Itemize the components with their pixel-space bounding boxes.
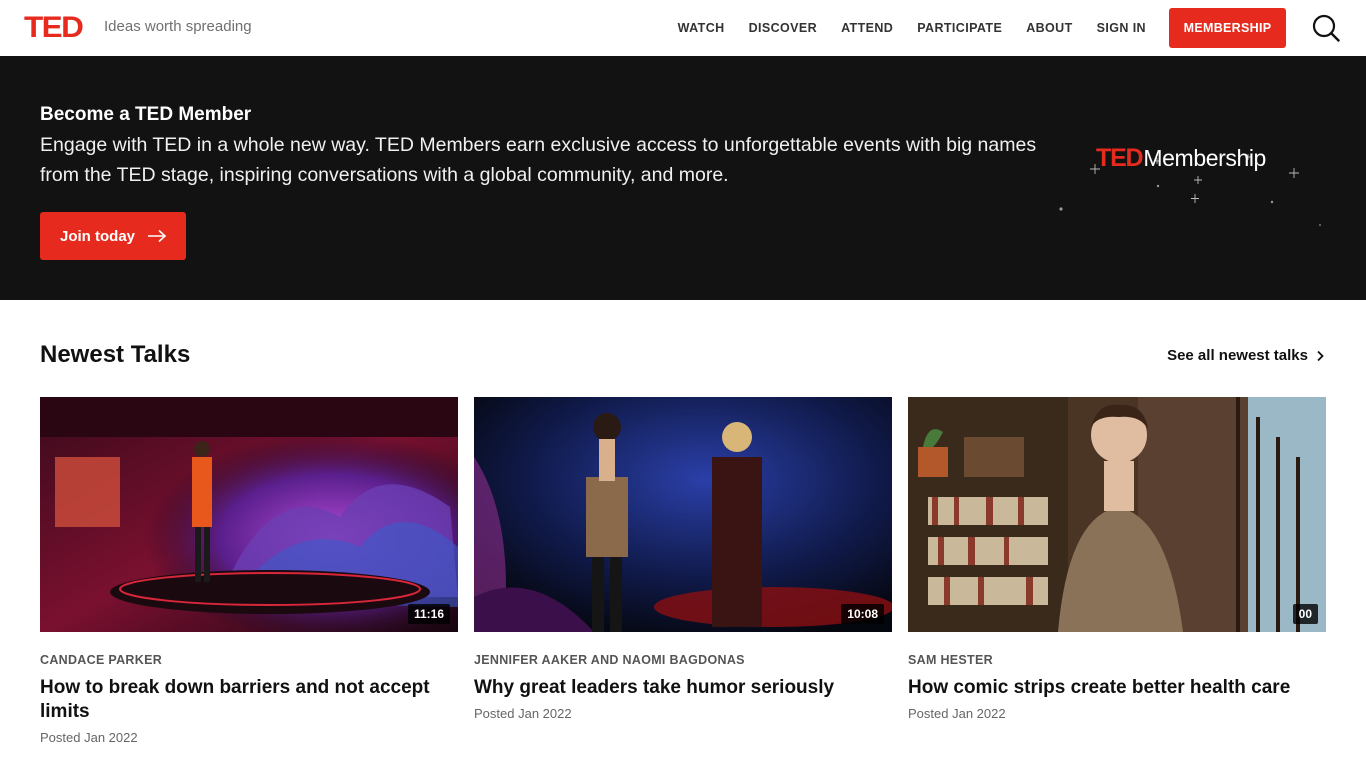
ted-membership-logo: TED Membership <box>1058 144 1338 264</box>
main-nav: WATCH DISCOVER ATTEND PARTICIPATE ABOUT … <box>678 0 1366 56</box>
site-header: TED Ideas worth spreading WATCH DISCOVER… <box>0 0 1366 56</box>
join-today-label: Join today <box>60 227 136 245</box>
nav-watch[interactable]: WATCH <box>678 21 725 35</box>
membership-logo-ted: TED <box>1096 144 1144 172</box>
membership-logo-word: Membership <box>1143 145 1266 171</box>
membership-logo-text: TED Membership <box>1096 144 1266 173</box>
banner-title: Become a TED Member <box>40 104 252 125</box>
talk-duration: 10:08 <box>841 604 884 624</box>
see-all-label: See all newest talks <box>1167 347 1308 364</box>
ted-logo-text[interactable]: TED <box>24 13 84 43</box>
talk-posted-date: Posted Jan 2022 <box>474 706 572 721</box>
tagline: Ideas worth spreading <box>104 18 252 35</box>
talk-speaker[interactable]: CANDACE PARKER <box>40 653 458 667</box>
ted-logo[interactable]: TED <box>24 13 84 43</box>
talk-title[interactable]: How to break down barriers and not accep… <box>40 676 458 724</box>
talk-thumbnail[interactable]: 11:16 <box>40 397 458 632</box>
nav-discover[interactable]: DISCOVER <box>749 21 818 35</box>
membership-button[interactable]: MEMBERSHIP <box>1169 8 1286 48</box>
talk-speaker[interactable]: JENNIFER AAKER AND NAOMI BAGDONAS <box>474 653 892 667</box>
membership-banner: Become a TED Member Engage with TED in a… <box>0 56 1366 300</box>
join-today-button[interactable]: Join today <box>40 212 186 260</box>
chevron-right-icon <box>1317 350 1324 361</box>
talk-card[interactable]: 00 SAM HESTER How comic strips create be… <box>908 397 1326 721</box>
talk-card[interactable]: 10:08 JENNIFER AAKER AND NAOMI BAGDONAS … <box>474 397 892 721</box>
newest-talks-title: Newest Talks <box>40 341 191 368</box>
talk-card[interactable]: 11:16 CANDACE PARKER How to break down b… <box>40 397 458 745</box>
talk-duration: 00 <box>1292 604 1318 624</box>
talk-posted-date: Posted Jan 2022 <box>40 730 138 745</box>
see-all-newest-talks-link[interactable]: See all newest talks <box>1167 347 1324 364</box>
talk-title[interactable]: Why great leaders take humor seriously <box>474 676 892 700</box>
nav-participate[interactable]: PARTICIPATE <box>917 21 1002 35</box>
talk-title[interactable]: How comic strips create better health ca… <box>908 676 1326 700</box>
arrow-right-icon <box>148 229 167 243</box>
talk-posted-date: Posted Jan 2022 <box>908 706 1006 721</box>
nav-sign-in[interactable]: SIGN IN <box>1097 21 1146 35</box>
talk-speaker[interactable]: SAM HESTER <box>908 653 1326 667</box>
search-icon[interactable] <box>1312 14 1340 42</box>
nav-attend[interactable]: ATTEND <box>841 21 893 35</box>
nav-about[interactable]: ABOUT <box>1026 21 1072 35</box>
talk-duration: 11:16 <box>407 604 450 624</box>
talk-thumbnail[interactable]: 00 <box>908 397 1326 632</box>
banner-description: Engage with TED in a whole new way. TED … <box>40 134 1037 186</box>
talk-thumbnail[interactable]: 10:08 <box>474 397 892 632</box>
